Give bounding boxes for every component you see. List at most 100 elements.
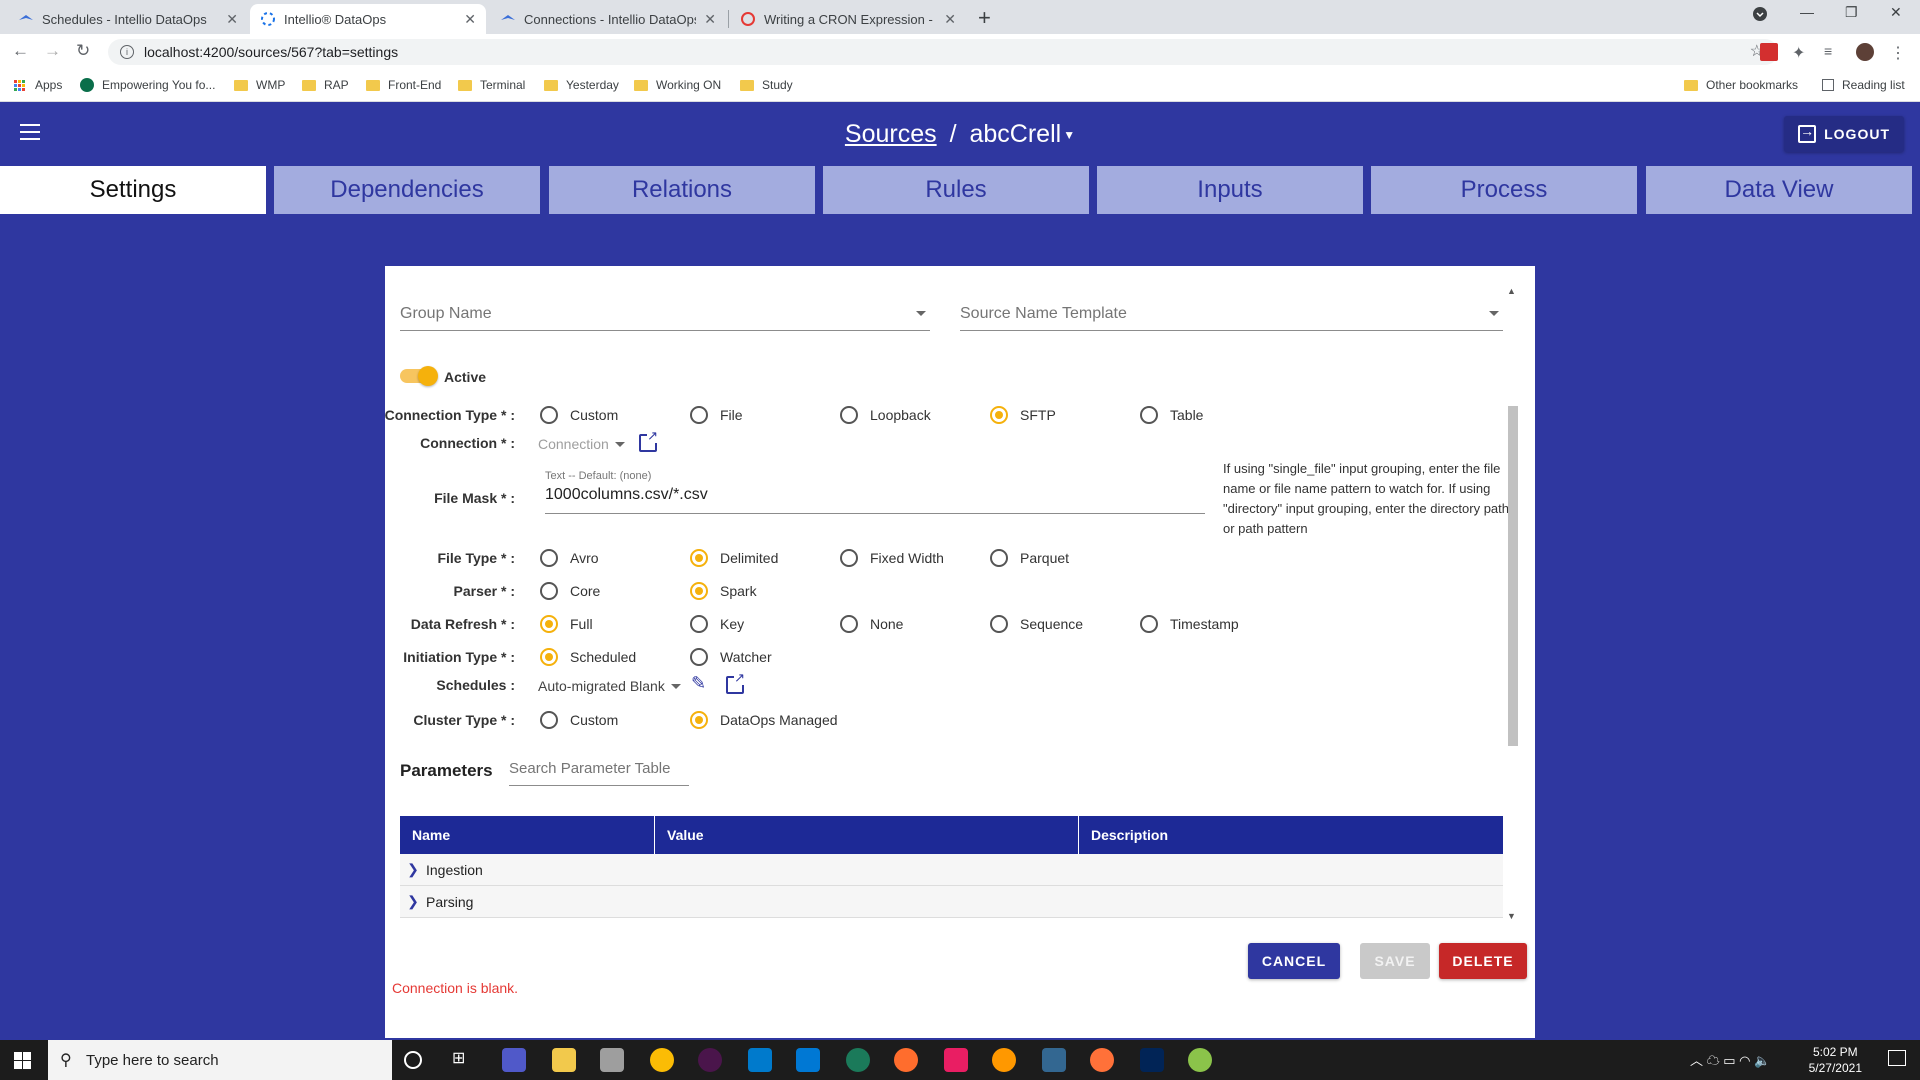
tab-rules[interactable]: Rules [823,166,1089,214]
active-toggle[interactable] [400,366,438,386]
column-header-description[interactable]: Description [1079,816,1503,854]
radio-filetype-avro[interactable]: Avro [540,549,599,567]
delete-button[interactable]: DELETE [1439,943,1527,979]
radio-filetype-delimited[interactable]: Delimited [690,549,778,567]
schedules-select[interactable]: Auto-migrated Blank [538,678,681,694]
chevron-down-icon[interactable]: ▼ [1063,128,1075,142]
scroll-up-arrow-icon[interactable]: ▲ [1507,286,1516,296]
open-connection-external-icon[interactable] [639,429,658,452]
minimize-icon[interactable]: — [1800,4,1814,20]
powershell-icon[interactable] [1140,1048,1164,1072]
logout-button[interactable]: LOGOUT [1784,116,1904,152]
radio-initiation-scheduled[interactable]: Scheduled [540,648,636,666]
bookmark-folder[interactable]: RAP [302,78,349,92]
radio-initiation-watcher[interactable]: Watcher [690,648,772,666]
browser-tab[interactable]: Schedules - Intellio DataOps ✕ [8,4,248,34]
reload-icon[interactable]: ↻ [76,41,90,61]
chrome-icon[interactable] [650,1048,674,1072]
system-tray-icons[interactable]: ︿ ☁ ▭ ◠ 🔈 [1690,1050,1770,1069]
restore-icon[interactable]: ❐ [1845,4,1858,21]
media-control-icon[interactable]: ≡ [1824,43,1842,61]
taskbar-search-field[interactable]: ⚲ Type here to search [48,1040,392,1080]
chevron-right-icon[interactable]: ❯ [400,861,426,878]
group-name-select[interactable]: Group Name [400,289,930,331]
open-schedule-external-icon[interactable] [726,671,745,694]
bookmark-folder[interactable]: Front-End [366,78,441,92]
teams-icon[interactable] [502,1048,526,1072]
vertical-scrollbar[interactable]: ▲ ▼ [1505,286,1519,921]
pgadmin-icon[interactable] [1042,1048,1066,1072]
parameter-search-input[interactable]: Search Parameter Table [509,756,689,786]
close-tab-icon[interactable]: ✕ [464,11,476,28]
taskbar-clock[interactable]: 5:02 PM 5/27/2021 [1809,1044,1862,1076]
task-view-icon[interactable]: ⊞ [452,1048,476,1072]
breadcrumb-sources-link[interactable]: Sources [845,120,937,148]
bookmark-folder[interactable]: Working ON [634,78,721,92]
slack-icon[interactable] [698,1048,722,1072]
radio-filetype-fixed-width[interactable]: Fixed Width [840,549,944,567]
tab-settings[interactable]: Settings [0,166,266,214]
tab-data-view[interactable]: Data View [1646,166,1912,214]
tab-inputs[interactable]: Inputs [1097,166,1363,214]
intellij-icon[interactable] [944,1048,968,1072]
radio-connection-custom[interactable]: Custom [540,406,618,424]
close-tab-icon[interactable]: ✕ [704,11,716,28]
firefox-icon[interactable] [1090,1048,1114,1072]
close-tab-icon[interactable]: ✕ [944,11,956,28]
windows-start-icon[interactable] [14,1052,31,1074]
file-explorer-icon[interactable] [552,1048,576,1072]
table-row[interactable]: ❯ Ingestion [400,854,1503,886]
cancel-button[interactable]: CANCEL [1248,943,1340,979]
chevron-right-icon[interactable]: ❯ [400,893,426,910]
chrome-menu-icon[interactable]: ⋮ [1890,43,1908,62]
radio-refresh-key[interactable]: Key [690,615,744,633]
radio-refresh-none[interactable]: None [840,615,903,633]
notifications-icon[interactable] [1888,1050,1906,1066]
column-header-value[interactable]: Value [655,816,1079,854]
tab-search-icon[interactable] [1752,6,1768,25]
new-tab-icon[interactable]: + [978,5,991,31]
app-icon[interactable] [1188,1048,1212,1072]
extensions-puzzle-icon[interactable]: ✦ [1792,43,1810,62]
radio-connection-loopback[interactable]: Loopback [840,406,931,424]
bookmark-other[interactable]: Other bookmarks [1684,78,1798,92]
tab-relations[interactable]: Relations [549,166,815,214]
browser-tab[interactable]: Writing a CRON Expression - Co ✕ [730,4,966,34]
extension-lastpass-icon[interactable] [1760,43,1778,61]
bookmark-empowering[interactable]: Empowering You fo... [80,78,215,92]
radio-cluster-custom[interactable]: Custom [540,711,618,729]
browser-tab-active[interactable]: Intellio® DataOps ✕ [250,4,486,34]
radio-filetype-parquet[interactable]: Parquet [990,549,1069,567]
radio-connection-file[interactable]: File [690,406,743,424]
app-icon[interactable] [846,1048,870,1072]
scroll-down-arrow-icon[interactable]: ▼ [1507,911,1516,921]
radio-parser-spark[interactable]: Spark [690,582,757,600]
table-row[interactable]: ❯ Parsing [400,886,1503,918]
bookmark-folder[interactable]: WMP [234,78,285,92]
radio-cluster-dataops-managed[interactable]: DataOps Managed [690,711,838,729]
app-icon[interactable] [600,1048,624,1072]
site-info-icon[interactable]: i [120,45,134,59]
postman-icon[interactable] [894,1048,918,1072]
bookmark-folder[interactable]: Yesterday [544,78,619,92]
back-icon[interactable]: ← [12,41,29,61]
source-name-dropdown[interactable]: abcCrell [969,120,1061,148]
edit-schedule-pencil-icon[interactable]: ✎ [691,673,706,694]
radio-refresh-timestamp[interactable]: Timestamp [1140,615,1239,633]
reading-list[interactable]: Reading list [1822,78,1905,92]
radio-connection-sftp[interactable]: SFTP [990,406,1056,424]
column-header-name[interactable]: Name [400,816,655,854]
close-window-icon[interactable]: ✕ [1890,4,1902,21]
settings-scroll-area[interactable]: Group Name Source Name Template Active C… [385,266,1535,921]
tab-dependencies[interactable]: Dependencies [274,166,540,214]
radio-refresh-sequence[interactable]: Sequence [990,615,1083,633]
radio-refresh-full[interactable]: Full [540,615,593,633]
file-mask-input[interactable]: 1000columns.csv/*.csv [545,482,1205,514]
vscode-icon[interactable] [748,1048,772,1072]
tab-process[interactable]: Process [1371,166,1637,214]
save-button[interactable]: SAVE [1360,943,1430,979]
bookmark-folder[interactable]: Terminal [458,78,525,92]
app-icon[interactable] [992,1048,1016,1072]
connection-select[interactable]: Connection [538,436,625,452]
outlook-icon[interactable] [796,1048,820,1072]
